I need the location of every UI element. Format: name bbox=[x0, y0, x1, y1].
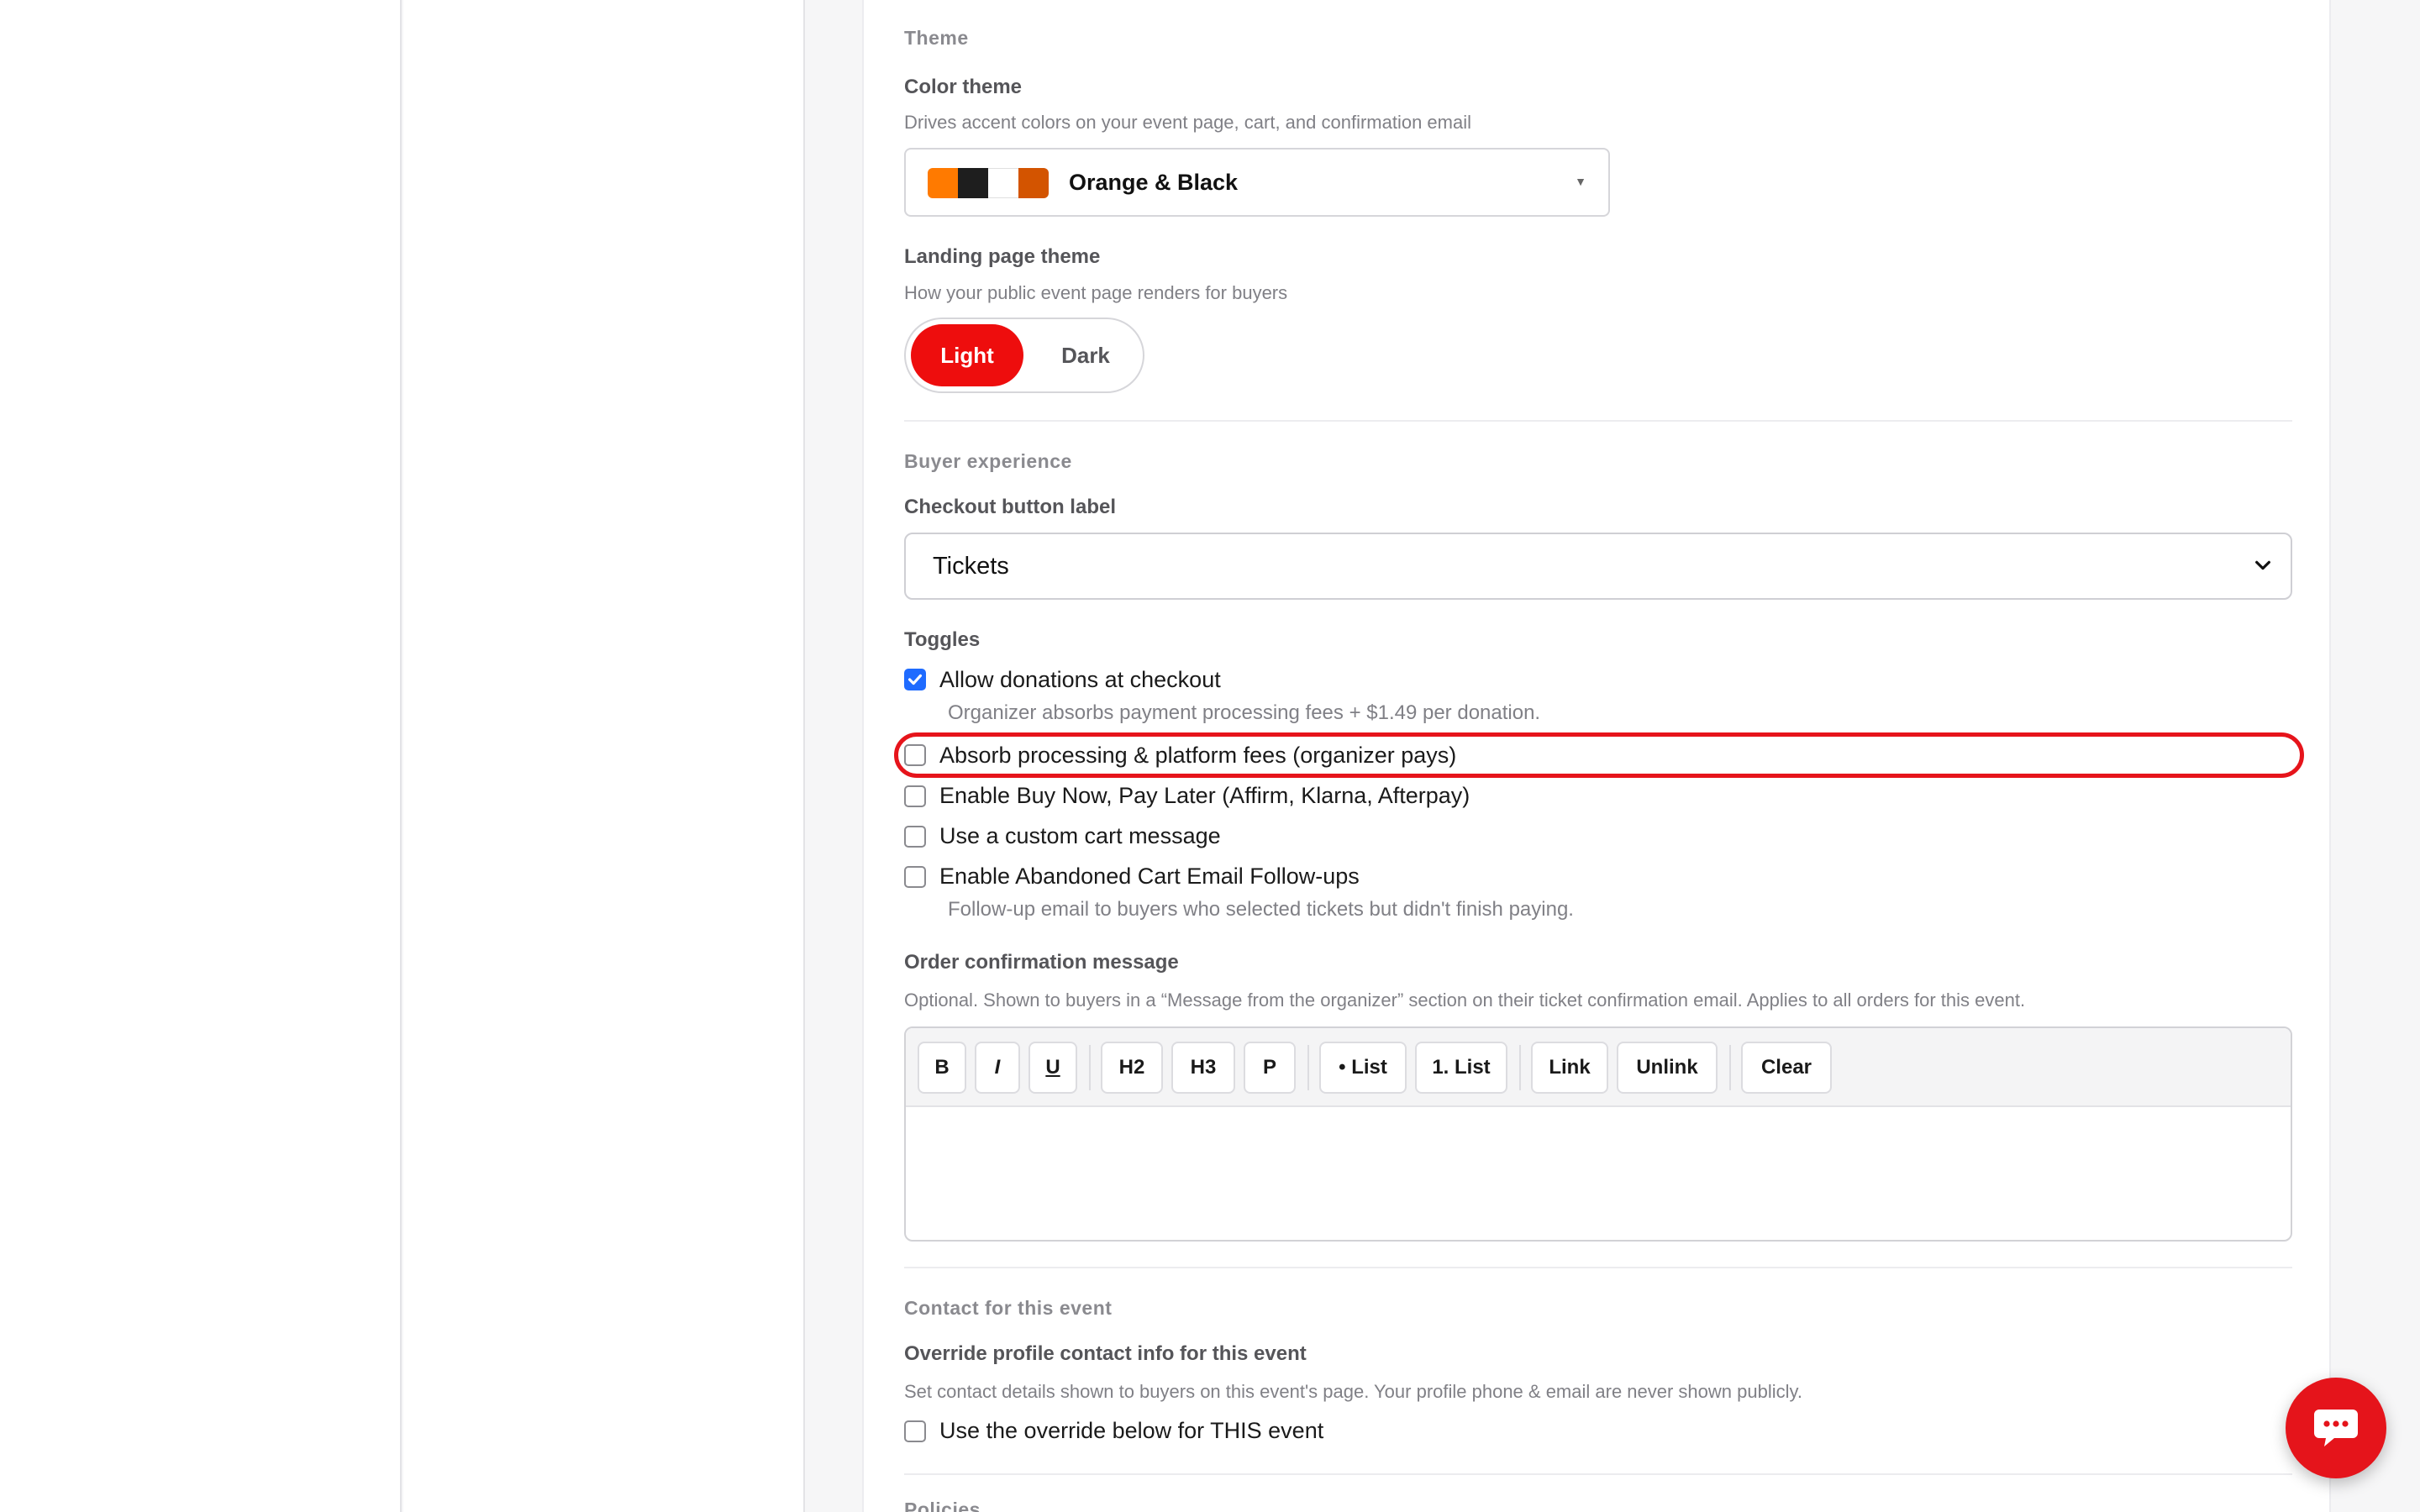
numbered-list-button[interactable]: 1. List bbox=[1415, 1042, 1507, 1094]
chat-button[interactable] bbox=[2286, 1378, 2386, 1478]
section-heading-buyer-experience: Buyer experience bbox=[904, 450, 1072, 472]
paragraph-button[interactable]: P bbox=[1244, 1042, 1296, 1094]
absorb-fees-label[interactable]: Absorb processing & platform fees (organ… bbox=[939, 743, 1456, 769]
clear-button[interactable]: Clear bbox=[1741, 1042, 1832, 1094]
section-divider bbox=[904, 1473, 2292, 1475]
unlink-button[interactable]: Unlink bbox=[1617, 1042, 1718, 1094]
override-contact-help: Set contact details shown to buyers on t… bbox=[904, 1381, 1802, 1402]
theme-option-dark[interactable]: Dark bbox=[1032, 324, 1139, 386]
donations-label[interactable]: Allow donations at checkout bbox=[939, 667, 1221, 693]
link-button[interactable]: Link bbox=[1531, 1042, 1608, 1094]
color-theme-select[interactable]: Orange & Black ▼ bbox=[904, 148, 1610, 217]
editor-toolbar: B I U H2 H3 P • List 1. List Link Unlink… bbox=[906, 1028, 2291, 1107]
color-swatches bbox=[928, 168, 1049, 198]
bullet-list-button[interactable]: • List bbox=[1319, 1042, 1407, 1094]
custom-cart-message-checkbox[interactable] bbox=[904, 826, 926, 848]
swatch-black bbox=[958, 168, 988, 198]
custom-cart-message-label[interactable]: Use a custom cart message bbox=[939, 823, 1221, 849]
editor-body[interactable] bbox=[906, 1109, 2291, 1240]
chat-bubble-icon bbox=[2314, 1410, 2358, 1446]
checkout-label-value: Tickets bbox=[933, 553, 1009, 580]
color-theme-value: Orange & Black bbox=[1069, 170, 1239, 195]
chevron-down-icon bbox=[2255, 560, 2270, 570]
caret-down-icon: ▼ bbox=[1575, 175, 1586, 188]
absorb-fees-checkbox[interactable] bbox=[904, 744, 926, 766]
checkout-label-label: Checkout button label bbox=[904, 496, 1116, 518]
swatch-white bbox=[988, 168, 1018, 198]
section-heading-contact: Contact for this event bbox=[904, 1297, 1113, 1319]
color-theme-label: Color theme bbox=[904, 76, 1023, 98]
bnpl-label[interactable]: Enable Buy Now, Pay Later (Affirm, Klarn… bbox=[939, 783, 1470, 809]
toolbar-separator bbox=[1307, 1045, 1309, 1090]
swatch-orange bbox=[928, 168, 958, 198]
rich-text-editor: B I U H2 H3 P • List 1. List Link Unlink… bbox=[904, 1026, 2292, 1242]
bold-button[interactable]: B bbox=[918, 1042, 966, 1094]
landing-theme-toggle: Light Dark bbox=[904, 318, 1144, 393]
toolbar-separator bbox=[1729, 1045, 1731, 1090]
toggles-label: Toggles bbox=[904, 628, 981, 651]
underline-button[interactable]: U bbox=[1028, 1042, 1077, 1094]
theme-option-light[interactable]: Light bbox=[911, 324, 1023, 386]
secondary-panel bbox=[403, 0, 805, 1512]
settings-card: Theme Color theme Drives accent colors o… bbox=[862, 0, 2331, 1512]
h3-button[interactable]: H3 bbox=[1171, 1042, 1235, 1094]
override-contact-checkbox[interactable] bbox=[904, 1420, 926, 1442]
abandoned-cart-checkbox[interactable] bbox=[904, 866, 926, 888]
order-confirmation-help: Optional. Shown to buyers in a “Message … bbox=[904, 990, 2026, 1011]
color-theme-help: Drives accent colors on your event page,… bbox=[904, 112, 1471, 133]
h2-button[interactable]: H2 bbox=[1101, 1042, 1163, 1094]
donations-checkbox[interactable] bbox=[904, 669, 926, 690]
landing-theme-help: How your public event page renders for b… bbox=[904, 282, 1288, 303]
abandoned-cart-help: Follow-up email to buyers who selected t… bbox=[948, 898, 1574, 921]
section-heading-theme: Theme bbox=[904, 27, 969, 49]
section-heading-policies: Policies bbox=[904, 1499, 981, 1512]
override-contact-checkbox-label[interactable]: Use the override below for THIS event bbox=[939, 1418, 1323, 1444]
toolbar-separator bbox=[1089, 1045, 1091, 1090]
section-divider bbox=[904, 420, 2292, 422]
donations-help: Organizer absorbs payment processing fee… bbox=[948, 701, 1541, 724]
toolbar-separator bbox=[1519, 1045, 1521, 1090]
override-contact-label: Override profile contact info for this e… bbox=[904, 1342, 1307, 1365]
abandoned-cart-label[interactable]: Enable Abandoned Cart Email Follow-ups bbox=[939, 864, 1360, 890]
check-icon bbox=[908, 674, 923, 685]
left-sidebar bbox=[0, 0, 402, 1512]
bnpl-checkbox[interactable] bbox=[904, 785, 926, 807]
swatch-dark-orange bbox=[1018, 168, 1049, 198]
landing-theme-label: Landing page theme bbox=[904, 245, 1101, 268]
section-divider bbox=[904, 1267, 2292, 1268]
italic-button[interactable]: I bbox=[975, 1042, 1020, 1094]
checkout-label-select[interactable]: Tickets bbox=[904, 533, 2292, 600]
order-confirmation-label: Order confirmation message bbox=[904, 951, 1179, 974]
